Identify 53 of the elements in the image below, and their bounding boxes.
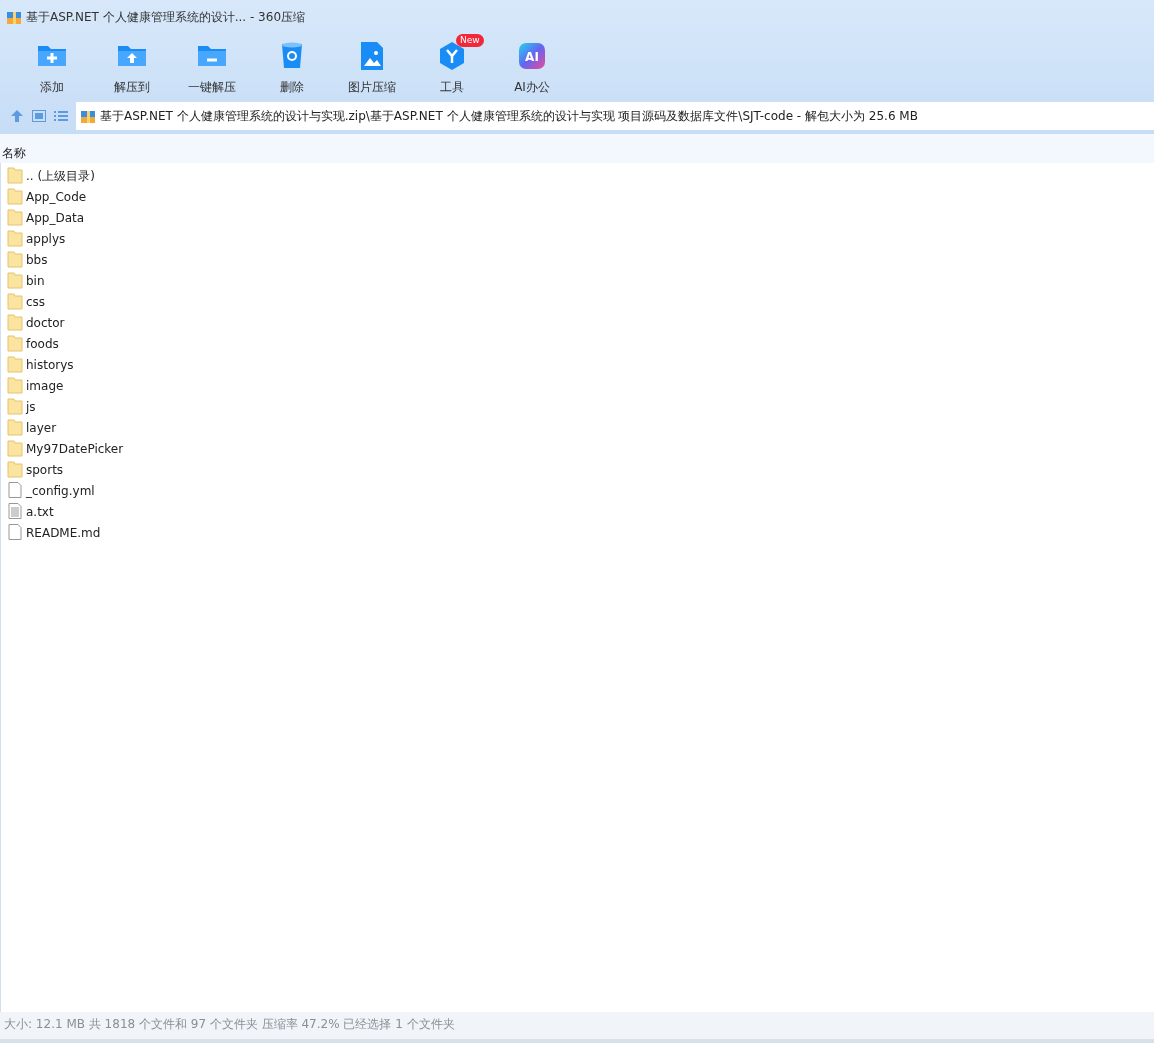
folder-icon	[7, 188, 23, 205]
folder-icon	[7, 356, 23, 373]
folder-icon	[7, 419, 23, 436]
file-name[interactable]: doctor	[26, 313, 65, 332]
toolbar-button[interactable]: 一键解压	[172, 38, 252, 98]
up-arrow-icon[interactable]	[10, 109, 24, 123]
folder-icon	[7, 440, 23, 457]
list-view-icon[interactable]	[54, 110, 68, 122]
folder-icon	[7, 167, 23, 184]
folder-icon	[7, 461, 23, 478]
toolbar-button[interactable]: 解压到	[92, 38, 172, 98]
new-badge: New	[456, 34, 484, 47]
file-name[interactable]: js	[26, 397, 36, 416]
file-name[interactable]: README.md	[26, 523, 101, 542]
toolbar-button[interactable]: 删除	[252, 38, 332, 98]
file-name[interactable]: foods	[26, 334, 59, 353]
folder-icon	[7, 209, 23, 226]
file-name[interactable]: .. (上级目录)	[26, 166, 95, 185]
file-name[interactable]: bin	[26, 271, 45, 290]
folder-icon	[7, 293, 23, 310]
file-name[interactable]: applys	[26, 229, 66, 248]
file-name[interactable]: layer	[26, 418, 57, 437]
window-title: 基于ASP.NET 个人健康管理系统的设计... - 360压缩	[26, 9, 306, 26]
folder-icon	[7, 335, 23, 352]
file-name[interactable]: _config.yml	[26, 481, 95, 500]
file-name[interactable]: App_Code	[26, 187, 87, 206]
folder-icon	[7, 230, 23, 247]
folder-icon	[7, 398, 23, 415]
file-name[interactable]: image	[26, 376, 64, 395]
file-name[interactable]: css	[26, 292, 46, 311]
file-name[interactable]: historys	[26, 355, 74, 374]
folder-icon	[7, 251, 23, 268]
file-icon	[7, 524, 23, 541]
archive-icon	[80, 108, 96, 124]
folder-icon	[7, 314, 23, 331]
toolbar-button[interactable]: 添加	[12, 38, 92, 98]
folder-icon	[7, 377, 23, 394]
file-name[interactable]: My97DatePicker	[26, 439, 124, 458]
file-name[interactable]: App_Data	[26, 208, 85, 227]
toolbar-button[interactable]: AI AI办公	[492, 38, 572, 98]
file-icon	[7, 482, 23, 499]
archive-icon	[6, 9, 22, 25]
file-name[interactable]: a.txt	[26, 502, 54, 521]
folder-icon	[7, 272, 23, 289]
file-name[interactable]: bbs	[26, 250, 48, 269]
text-file-icon	[7, 503, 23, 520]
thumbnail-view-icon[interactable]	[32, 110, 46, 122]
address-bar[interactable]: 基于ASP.NET 个人健康管理系统的设计与实现.zip\基于ASP.NET 个人健康管理系统的设计与实现 项目源码及数据库文件\SJT-code - 解包大小为 25.6 MB	[76, 102, 1154, 130]
file-name[interactable]: sports	[26, 460, 64, 479]
toolbar-button[interactable]: 图片压缩	[332, 38, 412, 98]
ai-app-icon: AI	[516, 40, 548, 72]
column-header[interactable]: 名称	[2, 146, 26, 160]
status-text: 大小: 12.1 MB 共 1818 个文件和 97 个文件夹 压缩率 47.2% 已经选择 1 个文件夹	[4, 1017, 455, 1031]
